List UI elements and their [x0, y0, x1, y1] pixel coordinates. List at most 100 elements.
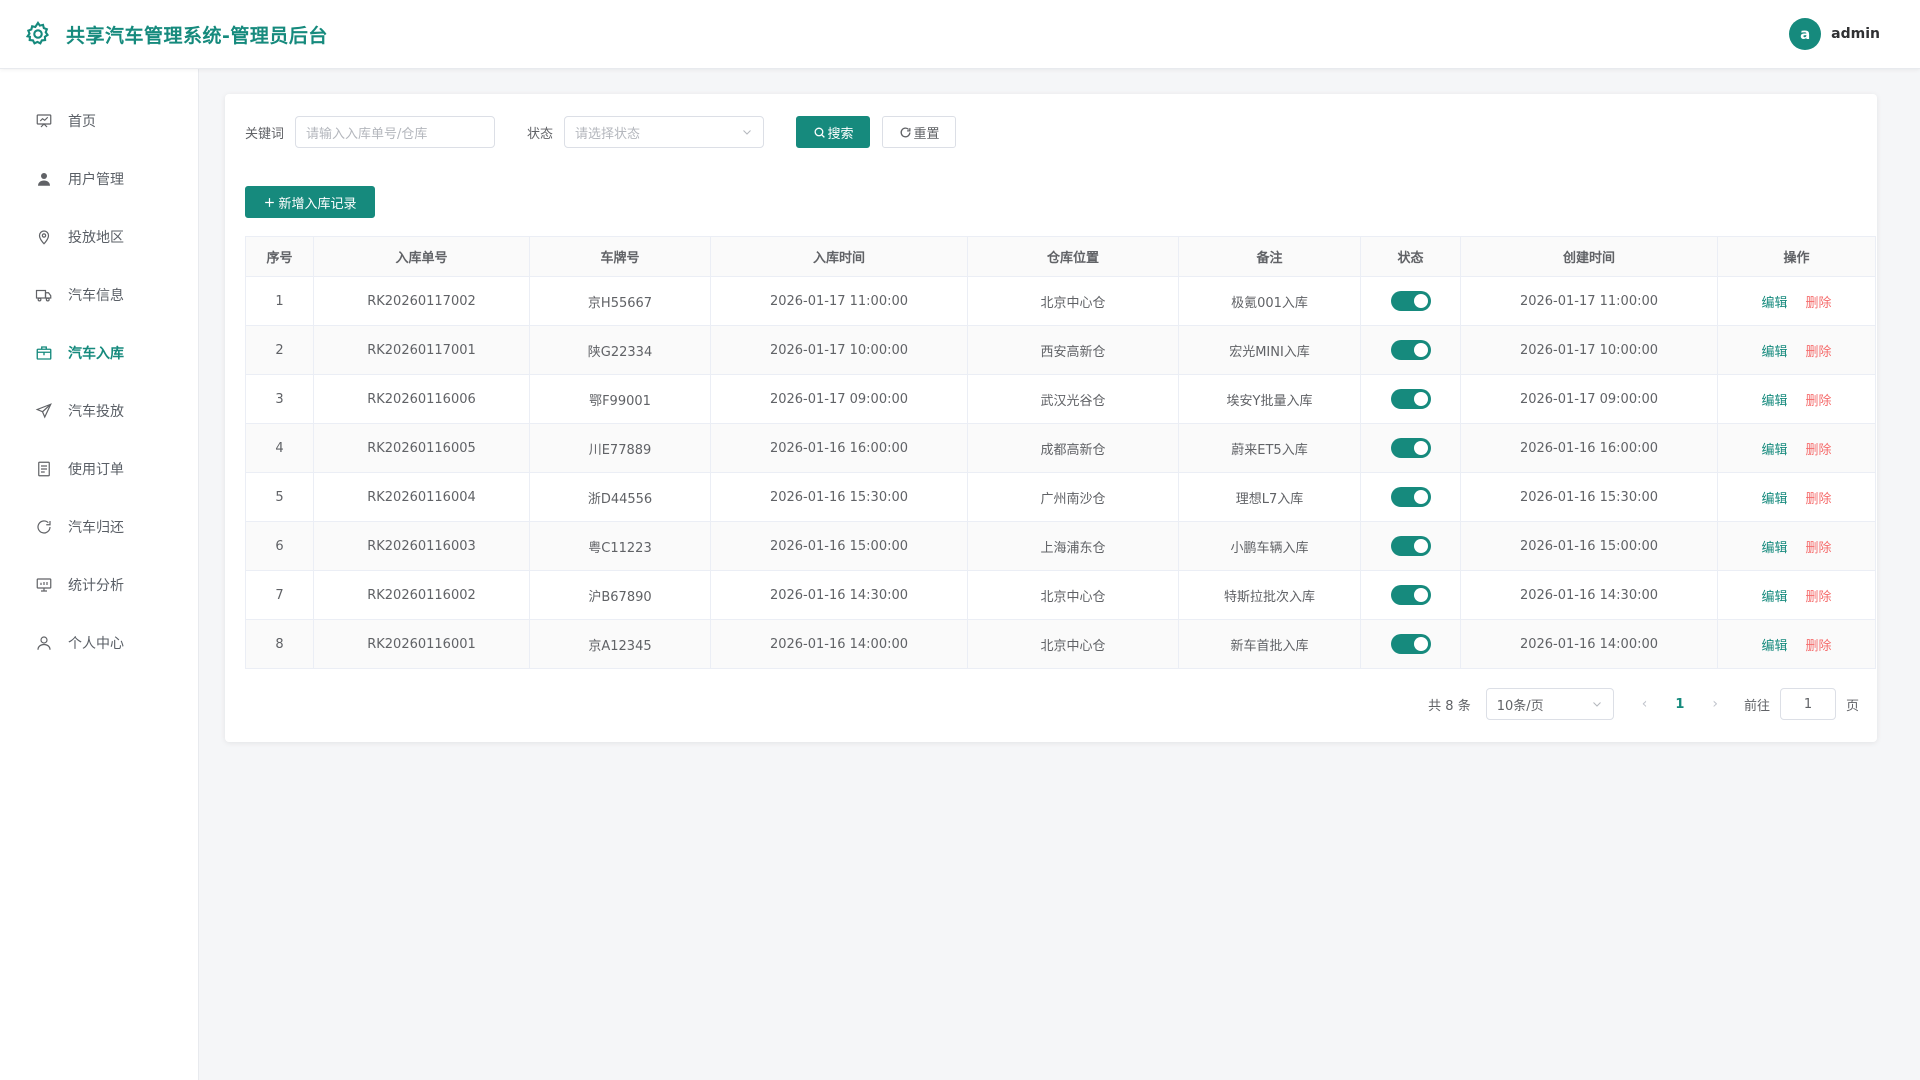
delete-button[interactable]: 删除: [1806, 541, 1832, 556]
sidebar-item-statistics[interactable]: 统计分析: [0, 556, 198, 614]
search-button[interactable]: 搜索: [796, 116, 871, 148]
storage-time-cell: 2026-01-16 15:00:00: [710, 521, 968, 571]
sidebar-item-car-storage[interactable]: 汽车入库: [0, 324, 198, 382]
status-toggle[interactable]: [1390, 291, 1431, 311]
document-icon: [38, 461, 50, 477]
status-toggle[interactable]: [1390, 585, 1431, 605]
page-number[interactable]: 1: [1675, 697, 1684, 712]
page-size-select[interactable]: 10条/页: [1485, 688, 1614, 720]
plate-number-cell: 浙D44556: [529, 472, 711, 522]
sidebar-item-label: 汽车入库: [68, 346, 124, 362]
edit-button[interactable]: 编辑: [1761, 394, 1787, 409]
sidebar-item-label: 个人中心: [68, 636, 124, 652]
truck-icon: [35, 289, 52, 302]
edit-button[interactable]: 编辑: [1761, 492, 1787, 507]
warehouse-location-cell: 北京中心仓: [967, 276, 1179, 326]
data-table: 序号 入库单号 车牌号 入库时间 仓库位置 备注 状态 创建时间 操作 1 RK2…: [245, 236, 1876, 669]
warehouse-location-cell: 上海浦东仓: [967, 521, 1179, 571]
status-placeholder: 请选择状态: [575, 126, 641, 142]
status-toggle[interactable]: [1390, 438, 1431, 458]
keyword-label: 关键词: [245, 126, 285, 142]
edit-button[interactable]: 编辑: [1761, 639, 1787, 654]
top-header: 共享汽车管理系统-管理员后台 a admin: [0, 0, 1920, 69]
sidebar-item-users[interactable]: 用户管理: [0, 150, 198, 208]
sidebar-item-home[interactable]: 首页: [0, 92, 198, 150]
refresh-icon: [900, 126, 910, 137]
status-toggle[interactable]: [1390, 536, 1431, 556]
row-index-cell: 6: [245, 521, 314, 571]
keyword-input[interactable]: 请输入入库单号/仓库: [295, 116, 496, 148]
add-record-button[interactable]: 新增入库记录: [245, 186, 375, 218]
avatar[interactable]: a: [1789, 18, 1822, 50]
status-cell: [1360, 374, 1461, 424]
reset-button[interactable]: 重置: [882, 116, 957, 148]
created-time-cell: 2026-01-16 15:00:00: [1460, 521, 1718, 571]
row-index-cell: 5: [245, 472, 314, 522]
sidebar-item-label: 统计分析: [68, 578, 124, 594]
status-cell: [1360, 423, 1461, 473]
status-cell: [1360, 276, 1461, 326]
status-cell: [1360, 570, 1461, 620]
created-time-cell: 2026-01-17 09:00:00: [1460, 374, 1718, 424]
storage-time-cell: 2026-01-16 15:30:00: [710, 472, 968, 522]
goto-label: 前往: [1743, 698, 1770, 714]
sidebar-menu: 首页 用户管理 投放地区 汽车信息 汽车入库 汽车投放 使用订单 汽车归还 统计…: [0, 69, 198, 672]
user-menu[interactable]: a admin: [1789, 18, 1880, 50]
sidebar-item-car-return[interactable]: 汽车归还: [0, 498, 198, 556]
warehouse-location-cell: 西安高新仓: [967, 325, 1179, 375]
actions-cell: 编辑 删除: [1717, 325, 1876, 375]
created-time-cell: 2026-01-16 14:00:00: [1460, 619, 1718, 669]
brand: 共享汽车管理系统-管理员后台: [24, 20, 328, 48]
edit-button[interactable]: 编辑: [1761, 590, 1787, 605]
storage-time-cell: 2026-01-17 09:00:00: [710, 374, 968, 424]
column-header: 仓库位置: [967, 236, 1179, 277]
table-row: 2 RK20260117001 陕G22334 2026-01-17 10:00:00…: [245, 325, 1876, 375]
delete-button[interactable]: 删除: [1806, 590, 1832, 605]
delete-button[interactable]: 删除: [1806, 296, 1832, 311]
sidebar-item-regions[interactable]: 投放地区: [0, 208, 198, 266]
sidebar-item-car-info[interactable]: 汽车信息: [0, 266, 198, 324]
prev-page-button[interactable]: ‹: [1642, 696, 1648, 712]
delete-button[interactable]: 删除: [1806, 639, 1832, 654]
edit-button[interactable]: 编辑: [1761, 296, 1787, 311]
next-page-button[interactable]: ›: [1712, 696, 1718, 712]
status-cell: [1360, 325, 1461, 375]
storage-time-cell: 2026-01-16 16:00:00: [710, 423, 968, 473]
edit-button[interactable]: 编辑: [1761, 541, 1787, 556]
warehouse-location-cell: 北京中心仓: [967, 619, 1179, 669]
actions-cell: 编辑 删除: [1717, 570, 1876, 620]
plate-number-cell: 粤C11223: [529, 521, 711, 571]
plate-number-cell: 京A12345: [529, 619, 711, 669]
warehouse-location-cell: 成都高新仓: [967, 423, 1179, 473]
delete-button[interactable]: 删除: [1806, 492, 1832, 507]
sidebar-item-orders[interactable]: 使用订单: [0, 440, 198, 498]
column-header: 创建时间: [1460, 236, 1718, 277]
plate-number-cell: 沪B67890: [529, 570, 711, 620]
status-toggle[interactable]: [1390, 340, 1431, 360]
edit-button[interactable]: 编辑: [1761, 345, 1787, 360]
storage-time-cell: 2026-01-16 14:30:00: [710, 570, 968, 620]
edit-button[interactable]: 编辑: [1761, 443, 1787, 458]
user-icon: [38, 173, 50, 186]
sidebar-item-car-deploy[interactable]: 汽车投放: [0, 382, 198, 440]
status-cell: [1360, 619, 1461, 669]
status-toggle[interactable]: [1390, 389, 1431, 409]
created-time-cell: 2026-01-16 14:30:00: [1460, 570, 1718, 620]
status-select[interactable]: 请选择状态: [564, 116, 765, 148]
sidebar-item-profile[interactable]: 个人中心: [0, 614, 198, 672]
goto-page-input[interactable]: 1: [1779, 688, 1836, 720]
dashboard-icon: [36, 114, 52, 128]
created-time-cell: 2026-01-17 11:00:00: [1460, 276, 1718, 326]
status-toggle[interactable]: [1390, 634, 1431, 654]
delete-button[interactable]: 删除: [1806, 394, 1832, 409]
delete-button[interactable]: 删除: [1806, 443, 1832, 458]
delete-button[interactable]: 删除: [1806, 345, 1832, 360]
refresh-icon: [37, 520, 51, 534]
created-time-cell: 2026-01-17 10:00:00: [1460, 325, 1718, 375]
total-count: 共 8 条: [1428, 698, 1471, 714]
sidebar-item-label: 使用订单: [68, 462, 124, 478]
username[interactable]: admin: [1831, 26, 1880, 42]
storage-time-cell: 2026-01-17 11:00:00: [710, 276, 968, 326]
status-toggle[interactable]: [1390, 487, 1431, 507]
storage-number-cell: RK20260116001: [313, 619, 530, 669]
